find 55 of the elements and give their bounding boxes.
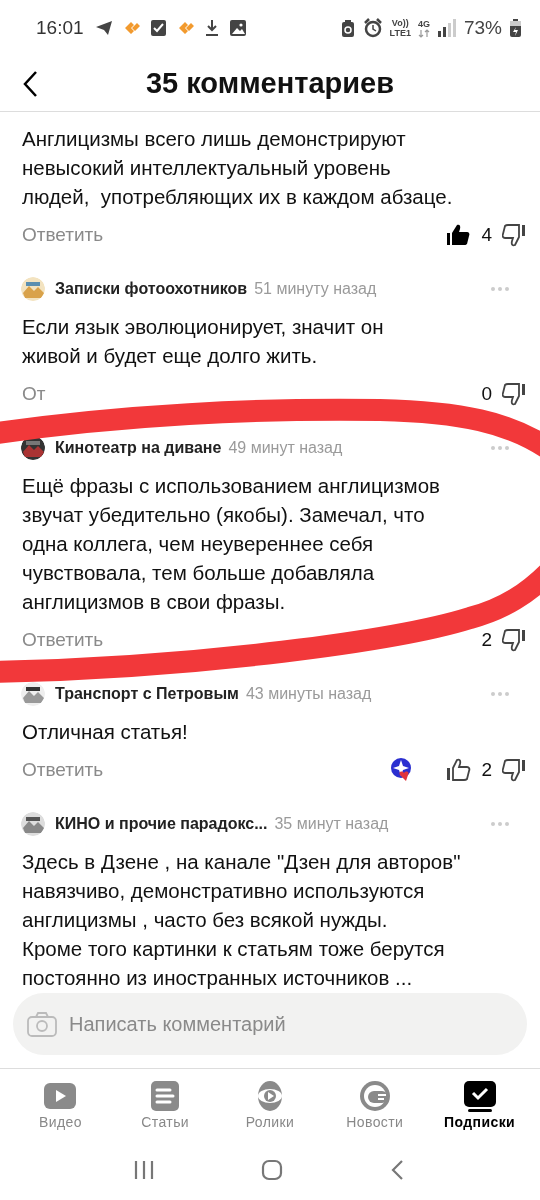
- author-name[interactable]: Кинотеатр на диване: [55, 439, 222, 457]
- reply-link[interactable]: От: [22, 383, 46, 405]
- nav-tab[interactable]: Ролики: [220, 1079, 320, 1130]
- comment-text: Здесь в Дзене , на канале "Дзен для авторов" навязчиво, демонстративно используются англицизмы , часто без всякой нужды. Кроме того картинки к статьям тоже берутся постоянно из иностранных источников ...: [22, 849, 462, 991]
- battery-percent: 73%: [463, 17, 502, 39]
- reply-link[interactable]: Ответить: [22, 759, 104, 781]
- thumbs-up-icon[interactable]: [446, 223, 472, 247]
- thumbs-down-icon[interactable]: [502, 382, 526, 406]
- comment-time: 49 минут назад: [228, 439, 343, 457]
- network-label: 4G: [417, 18, 430, 29]
- comment-time: 43 минуты назад: [245, 685, 372, 703]
- thumbs-down-icon[interactable]: [502, 223, 526, 247]
- thumbs-up-icon[interactable]: [446, 758, 472, 782]
- reply-link[interactable]: Ответить: [22, 224, 104, 246]
- like-count: 4: [481, 224, 492, 246]
- comment-input-field[interactable]: Написать комментарий: [69, 1012, 513, 1036]
- send-icon: [94, 19, 113, 37]
- nav-tab[interactable]: Подписки: [429, 1079, 530, 1130]
- reply-link[interactable]: Ответить: [22, 629, 104, 651]
- lte-label: LTE1: [389, 28, 411, 38]
- news-icon: [357, 1079, 392, 1112]
- like-count: 2: [481, 759, 492, 781]
- data-arrows-icon: [417, 28, 430, 38]
- comment-text: Если язык эволюционирует, значит он живой и будет еще долго жить.: [22, 314, 385, 369]
- author-name[interactable]: Транспорт с Петровым: [55, 685, 239, 703]
- comment-time: 35 минут назад: [274, 815, 389, 833]
- camera-icon: [27, 1011, 57, 1037]
- like-count: 2: [481, 629, 492, 651]
- nav-tab[interactable]: Статьи: [115, 1079, 216, 1130]
- author-name[interactable]: КИНО и прочие парадокс...: [55, 815, 268, 833]
- image-icon: [228, 19, 247, 37]
- comment-time: 51 минуту назад: [254, 280, 377, 298]
- back-icon[interactable]: [22, 69, 40, 98]
- download-icon: [203, 19, 220, 37]
- author-name[interactable]: Записки фотоохотников: [55, 280, 248, 298]
- like-count: 0: [481, 383, 492, 405]
- comment-text: Ещё фразы с использованием англицизмов звучат убедительно (якобы). Замечал, что одна коллега, чем неувереннее себя чувствовала, тем больше добавляла англицизмов в свои фразы.: [22, 473, 441, 615]
- home-icon[interactable]: [261, 1159, 283, 1181]
- battery-icon: [509, 18, 522, 38]
- thumbs-down-icon[interactable]: [502, 628, 526, 652]
- nav-tab[interactable]: Видео: [10, 1079, 111, 1130]
- alarm-icon: [362, 18, 383, 38]
- nav-tab[interactable]: Новости: [324, 1079, 425, 1130]
- volte-label: Vo)): [391, 18, 409, 28]
- comment-field[interactable]: Написать комментарий: [13, 993, 527, 1055]
- comment-text: Отличная статья!: [22, 719, 189, 745]
- signal-icon: [436, 19, 457, 37]
- checkbox-icon: [149, 19, 167, 37]
- comment-text: Англицизмы всего лишь демонстрируют невысокий интеллектуальный уровень людей, употребляющих их в каждом абзаце.: [22, 126, 454, 210]
- battery-saver-icon: [339, 18, 356, 38]
- checkmark-icon: [462, 1079, 497, 1112]
- page-title: 35 комментариев: [145, 67, 395, 100]
- thumbs-down-icon[interactable]: [502, 758, 526, 782]
- clock-time: 16:01: [36, 17, 84, 39]
- recent-apps-icon[interactable]: [133, 1160, 154, 1180]
